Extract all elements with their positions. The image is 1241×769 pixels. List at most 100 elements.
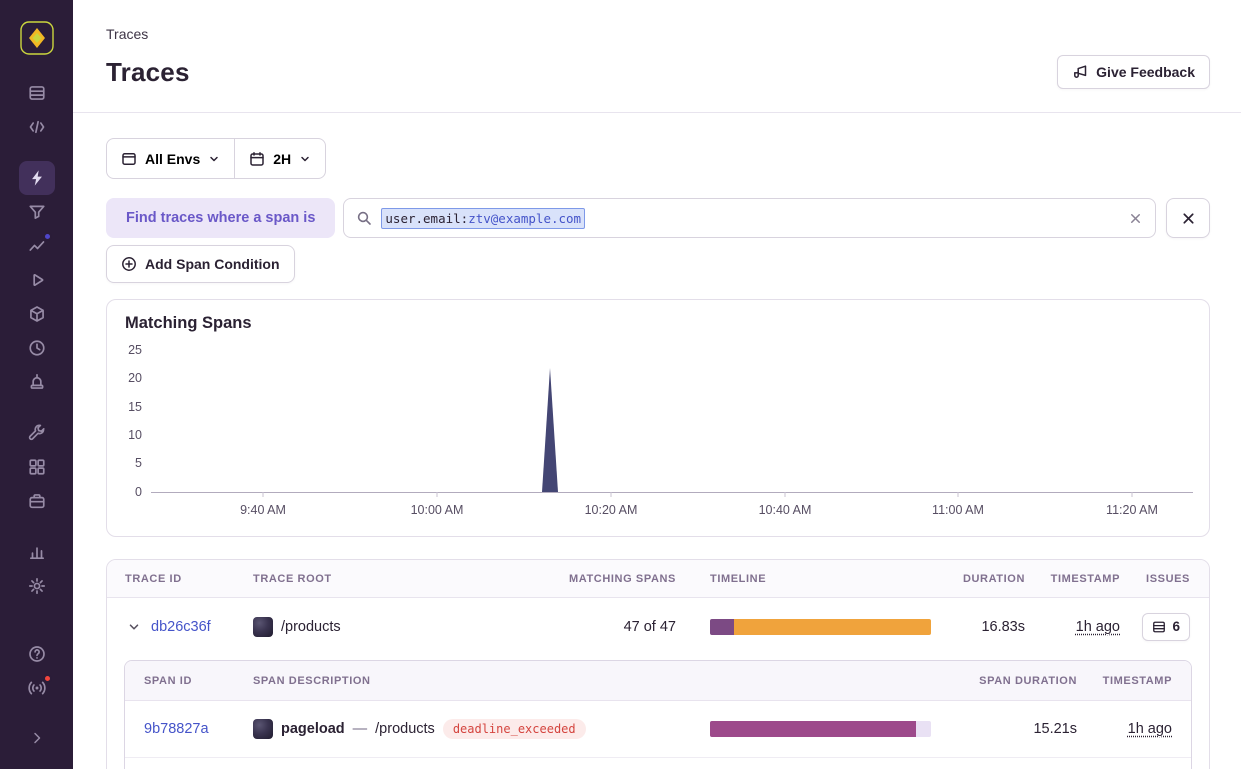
- add-span-condition-button[interactable]: Add Span Condition: [106, 245, 295, 283]
- project-avatar: [253, 617, 273, 637]
- column-header-trace-root: Trace Root: [253, 573, 556, 585]
- project-avatar: [253, 719, 273, 739]
- column-header-span-duration: Span Duration: [979, 675, 1077, 687]
- y-axis-tick: 15: [112, 400, 142, 414]
- search-token[interactable]: user.email:ztv@example.com: [381, 208, 585, 229]
- whats-new-notification-dot: [43, 674, 52, 683]
- give-feedback-button[interactable]: Give Feedback: [1057, 55, 1210, 89]
- filter-controls: All Envs 2H Find traces where a span is: [73, 113, 1241, 283]
- sidebar-item-replays[interactable]: [19, 263, 55, 297]
- trace-duration-value: 16.83s: [981, 619, 1025, 635]
- cube-icon: [28, 305, 46, 323]
- main-content: Traces Traces Give Feedback All Envs: [73, 0, 1241, 769]
- column-header-span-id: Span ID: [144, 675, 253, 687]
- column-header-timeline: Timeline: [676, 573, 955, 585]
- sidebar-item-toolbox[interactable]: [19, 416, 55, 450]
- span-op: pageload: [281, 721, 345, 737]
- span-row: 9b78827a pageload — /products deadline_e…: [125, 701, 1191, 757]
- sidebar-item-settings[interactable]: [19, 569, 55, 603]
- sidebar-item-alerts[interactable]: [19, 365, 55, 399]
- trace-issues-button[interactable]: 6: [1142, 613, 1190, 641]
- plus-circle-icon: [121, 256, 137, 272]
- x-axis-tick: 10:00 AM: [405, 503, 469, 517]
- help-icon: [28, 645, 46, 663]
- replays-play-icon: [28, 271, 46, 289]
- page-header: Traces Traces Give Feedback: [73, 0, 1241, 113]
- span-timeline-bar: [710, 721, 931, 737]
- page-title: Traces: [106, 57, 190, 88]
- chevron-right-icon: [29, 730, 45, 746]
- span-description: /products: [375, 721, 435, 737]
- y-axis-tick: 25: [112, 343, 142, 357]
- add-span-condition-label: Add Span Condition: [145, 256, 280, 272]
- chevron-down-icon: [127, 620, 141, 634]
- time-range-filter-button[interactable]: 2H: [234, 138, 326, 179]
- x-axis-tick: 9:40 AM: [231, 503, 295, 517]
- sidebar-item-help[interactable]: [19, 637, 55, 671]
- x-axis-tick: 11:00 AM: [926, 503, 990, 517]
- collapse-trace-button[interactable]: [125, 618, 143, 636]
- breadcrumb[interactable]: Traces: [106, 26, 148, 42]
- search-token-key: user.email:: [385, 211, 468, 226]
- sidebar-item-insights[interactable]: [19, 229, 55, 263]
- time-range-filter-label: 2H: [273, 151, 291, 167]
- sidebar-item-funnel[interactable]: [19, 195, 55, 229]
- span-table-header: Span ID Span Description Span Duration T…: [125, 661, 1191, 701]
- clear-icon: [1128, 211, 1143, 226]
- trace-root-value: /products: [281, 619, 341, 635]
- span-separator: —: [353, 721, 368, 737]
- clear-search-button[interactable]: [1128, 211, 1143, 226]
- close-icon: [1181, 211, 1196, 226]
- matching-spans-value: 47 of 47: [624, 619, 676, 635]
- column-header-issues: Issues: [1146, 573, 1190, 585]
- environment-filter-label: All Envs: [145, 151, 200, 167]
- sentry-logo[interactable]: [19, 20, 55, 56]
- column-header-timestamp: Timestamp: [1051, 573, 1120, 585]
- issues-icon: [28, 84, 46, 102]
- column-header-trace-id: Trace ID: [125, 573, 253, 585]
- sidebar-item-dashboards[interactable]: [19, 450, 55, 484]
- chevron-down-icon: [299, 153, 311, 165]
- briefcase-icon: [28, 492, 46, 510]
- sidebar-item-whats-new[interactable]: [19, 671, 55, 705]
- insights-chart-icon: [28, 237, 46, 255]
- explore-icon: [28, 118, 46, 136]
- sidebar-item-traces[interactable]: [19, 161, 55, 195]
- sidebar-item-projects[interactable]: [19, 484, 55, 518]
- timeline-segment-purple: [710, 619, 734, 635]
- span-sub-table: Span ID Span Description Span Duration T…: [124, 660, 1192, 769]
- timeline-segment-magenta: [710, 721, 916, 737]
- issues-small-icon: [1152, 620, 1166, 634]
- sidebar-item-explore[interactable]: [19, 110, 55, 144]
- x-axis-tick: 11:20 AM: [1100, 503, 1164, 517]
- grid-icon: [28, 458, 46, 476]
- sidebar-item-stats[interactable]: [19, 535, 55, 569]
- sidebar-item-crons[interactable]: [19, 331, 55, 365]
- trace-issues-count: 6: [1172, 619, 1180, 634]
- x-axis-tick: 10:20 AM: [579, 503, 643, 517]
- clock-icon: [28, 339, 46, 357]
- gear-icon: [28, 577, 46, 595]
- siren-icon: [28, 373, 46, 391]
- span-search-input[interactable]: user.email:ztv@example.com: [343, 198, 1156, 238]
- sidebar-item-issues[interactable]: [19, 76, 55, 110]
- chevron-down-icon: [208, 153, 220, 165]
- sidebar-item-feature-flags[interactable]: [19, 297, 55, 331]
- megaphone-icon: [1072, 64, 1088, 80]
- chart-plot-area[interactable]: [151, 340, 1195, 498]
- column-header-span-description: Span Description: [253, 675, 710, 687]
- span-condition-intro-label: Find traces where a span is: [106, 198, 335, 238]
- span-timestamp-value: 1h ago: [1128, 721, 1172, 737]
- span-duration-value: 15.21s: [1033, 721, 1077, 737]
- broadcast-icon: [28, 679, 46, 697]
- trace-id-link[interactable]: db26c36f: [151, 619, 211, 635]
- matching-spans-chart-card: Matching Spans 25 20 15 10 5 0 9:40 AM 1…: [106, 299, 1210, 537]
- span-query-row: Find traces where a span is user.email:z…: [106, 198, 1210, 238]
- remove-span-condition-button[interactable]: [1166, 198, 1210, 238]
- sentry-logo-icon: [20, 21, 54, 55]
- environment-filter-button[interactable]: All Envs: [106, 138, 235, 179]
- expand-sidebar-button[interactable]: [19, 721, 55, 755]
- span-id-link[interactable]: 9b78827a: [144, 721, 253, 737]
- timeline-segment-orange: [734, 619, 931, 635]
- column-header-matching-spans: Matching Spans: [569, 573, 676, 585]
